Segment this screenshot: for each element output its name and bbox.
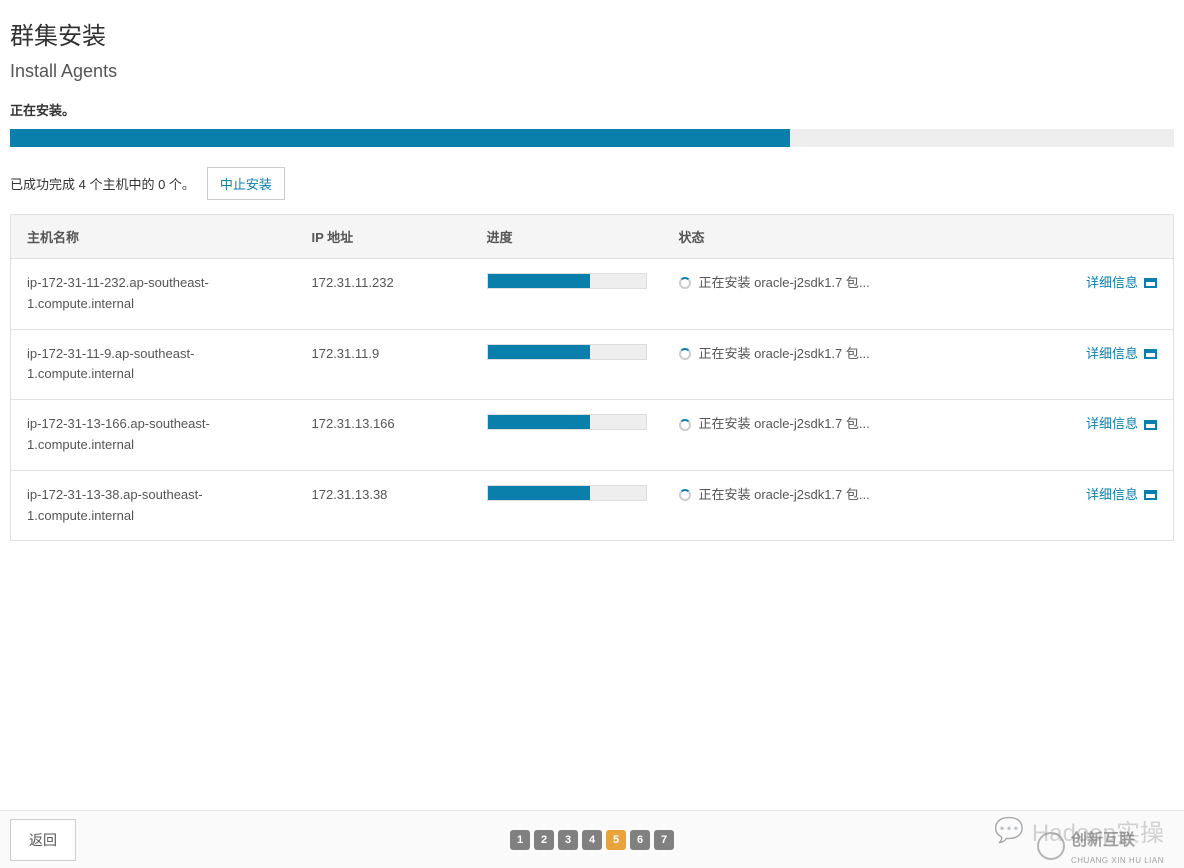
cell-details: 详细信息 [1064, 470, 1174, 541]
column-header-hostname: 主机名称 [11, 215, 296, 259]
cell-ip: 172.31.13.166 [296, 400, 471, 471]
details-link[interactable]: 详细信息 [1086, 273, 1157, 294]
details-link-label: 详细信息 [1086, 485, 1138, 506]
cell-ip: 172.31.11.232 [296, 259, 471, 330]
spinner-icon [679, 489, 691, 501]
cell-details: 详细信息 [1064, 400, 1174, 471]
table-row: ip-172-31-11-232.ap-southeast-1.compute.… [11, 259, 1174, 330]
table-row: ip-172-31-11-9.ap-southeast-1.compute.in… [11, 329, 1174, 400]
cell-hostname: ip-172-31-13-38.ap-southeast-1.compute.i… [11, 470, 296, 541]
cell-status: 正在安装 oracle-j2sdk1.7 包... [663, 259, 1064, 330]
cell-progress [471, 259, 663, 330]
install-status-text: 正在安装。 [10, 100, 1174, 119]
row-progress-fill [488, 345, 591, 359]
row-progress-fill [488, 274, 591, 288]
page-button-4[interactable]: 4 [582, 830, 602, 850]
row-progress-track [487, 485, 647, 501]
details-link-label: 详细信息 [1086, 414, 1138, 435]
window-icon [1144, 420, 1157, 430]
window-icon [1144, 278, 1157, 288]
cell-progress [471, 329, 663, 400]
details-link[interactable]: 详细信息 [1086, 344, 1157, 365]
spinner-icon [679, 348, 691, 360]
cell-details: 详细信息 [1064, 329, 1174, 400]
cell-hostname: ip-172-31-11-9.ap-southeast-1.compute.in… [11, 329, 296, 400]
window-icon [1144, 349, 1157, 359]
back-button[interactable]: 返回 [10, 819, 76, 861]
table-row: ip-172-31-13-38.ap-southeast-1.compute.i… [11, 470, 1174, 541]
page-button-3[interactable]: 3 [558, 830, 578, 850]
page-button-1[interactable]: 1 [510, 830, 530, 850]
row-progress-track [487, 344, 647, 360]
cell-status: 正在安装 oracle-j2sdk1.7 包... [663, 400, 1064, 471]
cell-details: 详细信息 [1064, 259, 1174, 330]
column-header-ip: IP 地址 [296, 215, 471, 259]
details-link[interactable]: 详细信息 [1086, 414, 1157, 435]
status-text: 正在安装 oracle-j2sdk1.7 包... [699, 344, 870, 365]
column-header-progress: 进度 [471, 215, 663, 259]
row-progress-fill [488, 415, 591, 429]
cell-status: 正在安装 oracle-j2sdk1.7 包... [663, 470, 1064, 541]
cell-ip: 172.31.13.38 [296, 470, 471, 541]
spinner-icon [679, 419, 691, 431]
status-text: 正在安装 oracle-j2sdk1.7 包... [699, 273, 870, 294]
pagination: 1234567 [510, 830, 674, 850]
page-button-5[interactable]: 5 [606, 830, 626, 850]
details-link[interactable]: 详细信息 [1086, 485, 1157, 506]
spinner-icon [679, 277, 691, 289]
status-text: 正在安装 oracle-j2sdk1.7 包... [699, 414, 870, 435]
page-subtitle: Install Agents [10, 61, 1174, 82]
footer-bar: 返回 1234567 [0, 810, 1184, 868]
completion-count-text: 已成功完成 4 个主机中的 0 个。 [10, 174, 195, 193]
details-link-label: 详细信息 [1086, 273, 1138, 294]
status-text: 正在安装 oracle-j2sdk1.7 包... [699, 485, 870, 506]
page-title: 群集安装 [10, 16, 1174, 51]
cell-hostname: ip-172-31-11-232.ap-southeast-1.compute.… [11, 259, 296, 330]
overall-progress-bar-track [10, 129, 1174, 147]
row-progress-track [487, 273, 647, 289]
overall-progress-bar-fill [10, 129, 790, 147]
cell-hostname: ip-172-31-13-166.ap-southeast-1.compute.… [11, 400, 296, 471]
cell-status: 正在安装 oracle-j2sdk1.7 包... [663, 329, 1064, 400]
cell-progress [471, 400, 663, 471]
table-row: ip-172-31-13-166.ap-southeast-1.compute.… [11, 400, 1174, 471]
row-progress-fill [488, 486, 591, 500]
cell-ip: 172.31.11.9 [296, 329, 471, 400]
page-button-7[interactable]: 7 [654, 830, 674, 850]
cell-progress [471, 470, 663, 541]
column-header-status: 状态 [663, 215, 1064, 259]
window-icon [1144, 490, 1157, 500]
page-button-2[interactable]: 2 [534, 830, 554, 850]
abort-install-button[interactable]: 中止安装 [207, 167, 285, 200]
hosts-table: 主机名称 IP 地址 进度 状态 ip-172-31-11-232.ap-sou… [10, 214, 1174, 541]
details-link-label: 详细信息 [1086, 344, 1138, 365]
page-button-6[interactable]: 6 [630, 830, 650, 850]
column-header-details [1064, 215, 1174, 259]
row-progress-track [487, 414, 647, 430]
